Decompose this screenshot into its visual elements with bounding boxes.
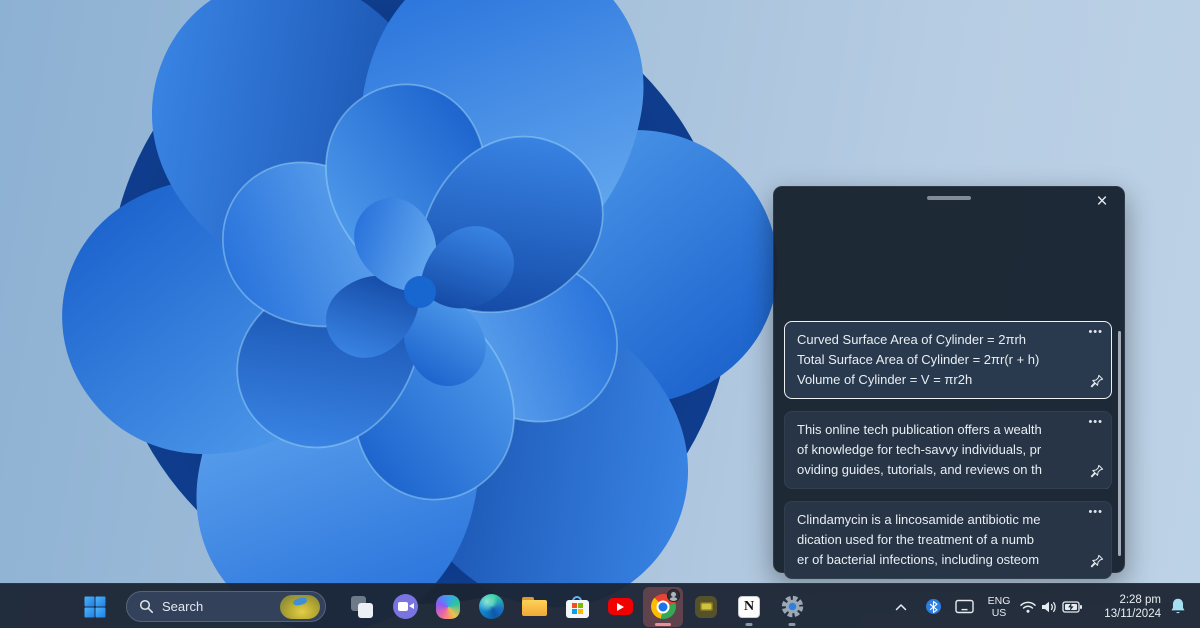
edge-icon (479, 594, 504, 619)
more-options-icon[interactable]: ••• (1088, 416, 1103, 428)
notifications-button[interactable] (1164, 587, 1192, 627)
file-explorer-icon (522, 597, 547, 616)
chat-button[interactable] (385, 587, 425, 627)
clipboard-panel: × ♥ ☺ GIF ;-) ×~ Δ+ (773, 186, 1125, 573)
more-options-icon[interactable]: ••• (1088, 506, 1103, 518)
pin-icon[interactable] (1089, 464, 1104, 482)
search-label: Search (162, 599, 203, 614)
running-app-indicator (789, 623, 796, 626)
close-icon[interactable]: × (1088, 189, 1116, 215)
active-app-indicator (655, 623, 671, 626)
pin-icon[interactable] (1089, 554, 1104, 572)
clipboard-item-text: Curved Surface Area of Cylinder = 2πrh T… (797, 330, 1077, 390)
volume-icon (1041, 600, 1058, 614)
clipboard-items: Curved Surface Area of Cylinder = 2πrh T… (784, 321, 1112, 579)
microsoft-store-button[interactable] (557, 587, 597, 627)
notion-icon: N (738, 596, 760, 618)
start-button[interactable] (78, 590, 112, 624)
windows-logo-icon (84, 596, 106, 618)
tray-date: 13/11/2024 (1089, 607, 1161, 621)
running-app-indicator (746, 623, 753, 626)
scrollbar[interactable] (1118, 331, 1121, 556)
youtube-button[interactable] (600, 587, 640, 627)
youtube-icon (608, 598, 633, 615)
tray-overflow-button[interactable] (888, 587, 914, 627)
chat-icon (393, 594, 418, 619)
clipboard-item-text: This online tech publication offers a we… (797, 420, 1077, 480)
tray-time: 2:28 pm (1089, 593, 1161, 607)
bing-daily-image[interactable] (280, 595, 320, 619)
olive-app-button[interactable] (686, 587, 726, 627)
bell-icon (1169, 597, 1187, 616)
drag-handle[interactable] (927, 196, 971, 200)
clipboard-item-1[interactable]: Curved Surface Area of Cylinder = 2πrh T… (784, 321, 1112, 399)
edge-button[interactable] (471, 587, 511, 627)
language-indicator: ENG US (983, 595, 1015, 619)
battery-charging-icon (1062, 601, 1083, 613)
settings-button[interactable] (772, 587, 812, 627)
more-options-icon[interactable]: ••• (1088, 326, 1103, 338)
chrome-profile-avatar (667, 589, 680, 602)
search-input[interactable]: Search (126, 591, 326, 622)
chrome-button[interactable] (643, 587, 683, 627)
touchpad-button[interactable] (948, 587, 980, 627)
olive-app-icon (695, 596, 717, 618)
bluetooth-icon (926, 599, 941, 614)
touchpad-icon (955, 599, 974, 614)
bird-image (292, 597, 307, 607)
system-tray: ENG US 2:28 pm (888, 584, 1200, 628)
clipboard-item-2[interactable]: This online tech publication offers a we… (784, 411, 1112, 489)
quick-settings-button[interactable] (1018, 587, 1084, 627)
search-icon (139, 599, 154, 614)
copilot-button[interactable] (428, 587, 468, 627)
chevron-up-icon (895, 603, 907, 611)
file-explorer-button[interactable] (514, 587, 554, 627)
taskbar-left: Search (78, 584, 326, 628)
microsoft-store-icon (566, 596, 589, 618)
wifi-icon (1019, 600, 1037, 614)
taskbar: Search (0, 583, 1200, 628)
task-view-button[interactable] (342, 587, 382, 627)
notion-button[interactable]: N (729, 587, 769, 627)
task-view-icon (351, 596, 373, 618)
clock-indicator: 2:28 pm 13/11/2024 (1089, 593, 1161, 621)
taskbar-apps: N (342, 584, 812, 628)
clock-button[interactable]: 2:28 pm 13/11/2024 (1086, 587, 1164, 627)
clipboard-item-3[interactable]: Clindamycin is a lincosamide antibiotic … (784, 501, 1112, 579)
pin-icon[interactable] (1089, 374, 1104, 392)
copilot-icon (436, 595, 460, 619)
bluetooth-button[interactable] (918, 587, 948, 627)
clipboard-item-text: Clindamycin is a lincosamide antibiotic … (797, 510, 1077, 570)
language-button[interactable]: ENG US (980, 587, 1018, 627)
gear-icon (780, 594, 805, 619)
